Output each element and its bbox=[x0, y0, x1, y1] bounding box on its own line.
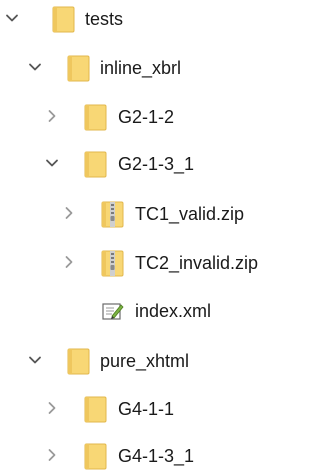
folder-tree: tests inline_xbrl G2-1-2 G2-1-3_1 TC1_va… bbox=[0, 0, 293, 476]
folder-icon bbox=[67, 55, 90, 82]
tree-item-label: TC2_invalid.zip bbox=[135, 253, 259, 273]
tree-item-g4-1-1[interactable]: G4-1-1 bbox=[0, 390, 293, 428]
tree-item-inline-xbrl[interactable]: inline_xbrl bbox=[0, 49, 293, 87]
tree-item-pure-xhtml[interactable]: pure_xhtml bbox=[0, 342, 293, 380]
chevron-right-icon[interactable] bbox=[43, 107, 61, 125]
zip-folder-icon bbox=[101, 201, 124, 228]
tree-item-tc1-valid-zip[interactable]: TC1_valid.zip bbox=[0, 195, 293, 233]
chevron-down-icon[interactable] bbox=[26, 351, 44, 369]
folder-icon bbox=[84, 443, 107, 470]
chevron-down-icon[interactable] bbox=[26, 58, 44, 76]
tree-item-index-xml[interactable]: index.xml bbox=[0, 292, 293, 330]
tree-item-g4-1-3-1[interactable]: G4-1-3_1 bbox=[0, 437, 293, 475]
tree-item-label: G2-1-2 bbox=[118, 107, 175, 127]
tree-item-label: G2-1-3_1 bbox=[118, 154, 195, 174]
chevron-down-icon[interactable] bbox=[3, 9, 21, 27]
tree-item-label: G4-1-3_1 bbox=[118, 446, 195, 466]
tree-item-label: index.xml bbox=[135, 301, 212, 321]
chevron-right-icon[interactable] bbox=[60, 253, 78, 271]
tree-item-tc2-invalid-zip[interactable]: TC2_invalid.zip bbox=[0, 244, 293, 282]
folder-icon bbox=[52, 6, 75, 33]
tree-item-label: tests bbox=[85, 9, 124, 29]
zip-folder-icon bbox=[101, 250, 124, 277]
tree-item-g2-1-3-1[interactable]: G2-1-3_1 bbox=[0, 145, 293, 183]
chevron-right-icon[interactable] bbox=[43, 446, 61, 464]
folder-icon bbox=[84, 104, 107, 131]
tree-item-label: inline_xbrl bbox=[100, 58, 182, 78]
chevron-down-icon[interactable] bbox=[43, 154, 61, 172]
tree-item-label: G4-1-1 bbox=[118, 399, 175, 419]
xml-file-icon bbox=[102, 303, 124, 320]
tree-item-label: TC1_valid.zip bbox=[135, 204, 245, 224]
tree-item-g2-1-2[interactable]: G2-1-2 bbox=[0, 98, 293, 136]
tree-item-tests[interactable]: tests bbox=[0, 0, 293, 38]
folder-icon bbox=[67, 348, 90, 375]
chevron-right-icon[interactable] bbox=[43, 399, 61, 417]
tree-item-label: pure_xhtml bbox=[100, 351, 190, 371]
chevron-right-icon[interactable] bbox=[60, 204, 78, 222]
folder-icon bbox=[84, 151, 107, 178]
folder-icon bbox=[84, 396, 107, 423]
